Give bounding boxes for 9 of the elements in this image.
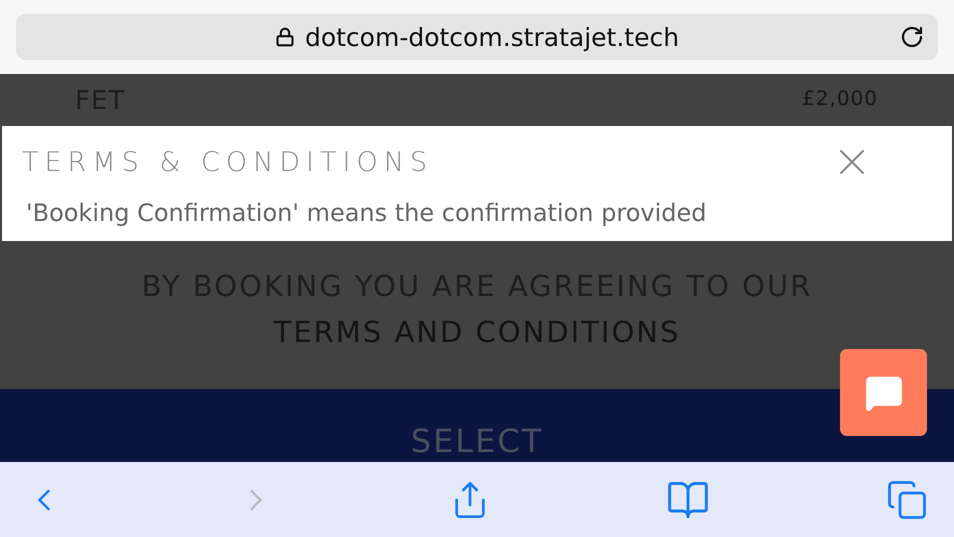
url-text: dotcom-dotcom.stratajet.tech bbox=[304, 22, 680, 52]
reload-icon[interactable] bbox=[900, 25, 924, 49]
select-button[interactable]: SELECT bbox=[410, 422, 544, 460]
modal-title: TERMS & CONDITIONS bbox=[22, 146, 434, 178]
chat-button[interactable] bbox=[840, 349, 927, 436]
terms-text: 'Booking Confirmation' means the confirmation provided bbox=[25, 198, 708, 228]
address-bar[interactable]: dotcom-dotcom.stratajet.tech bbox=[16, 14, 938, 60]
tabs-icon[interactable] bbox=[886, 478, 928, 520]
lock-icon bbox=[274, 27, 295, 47]
